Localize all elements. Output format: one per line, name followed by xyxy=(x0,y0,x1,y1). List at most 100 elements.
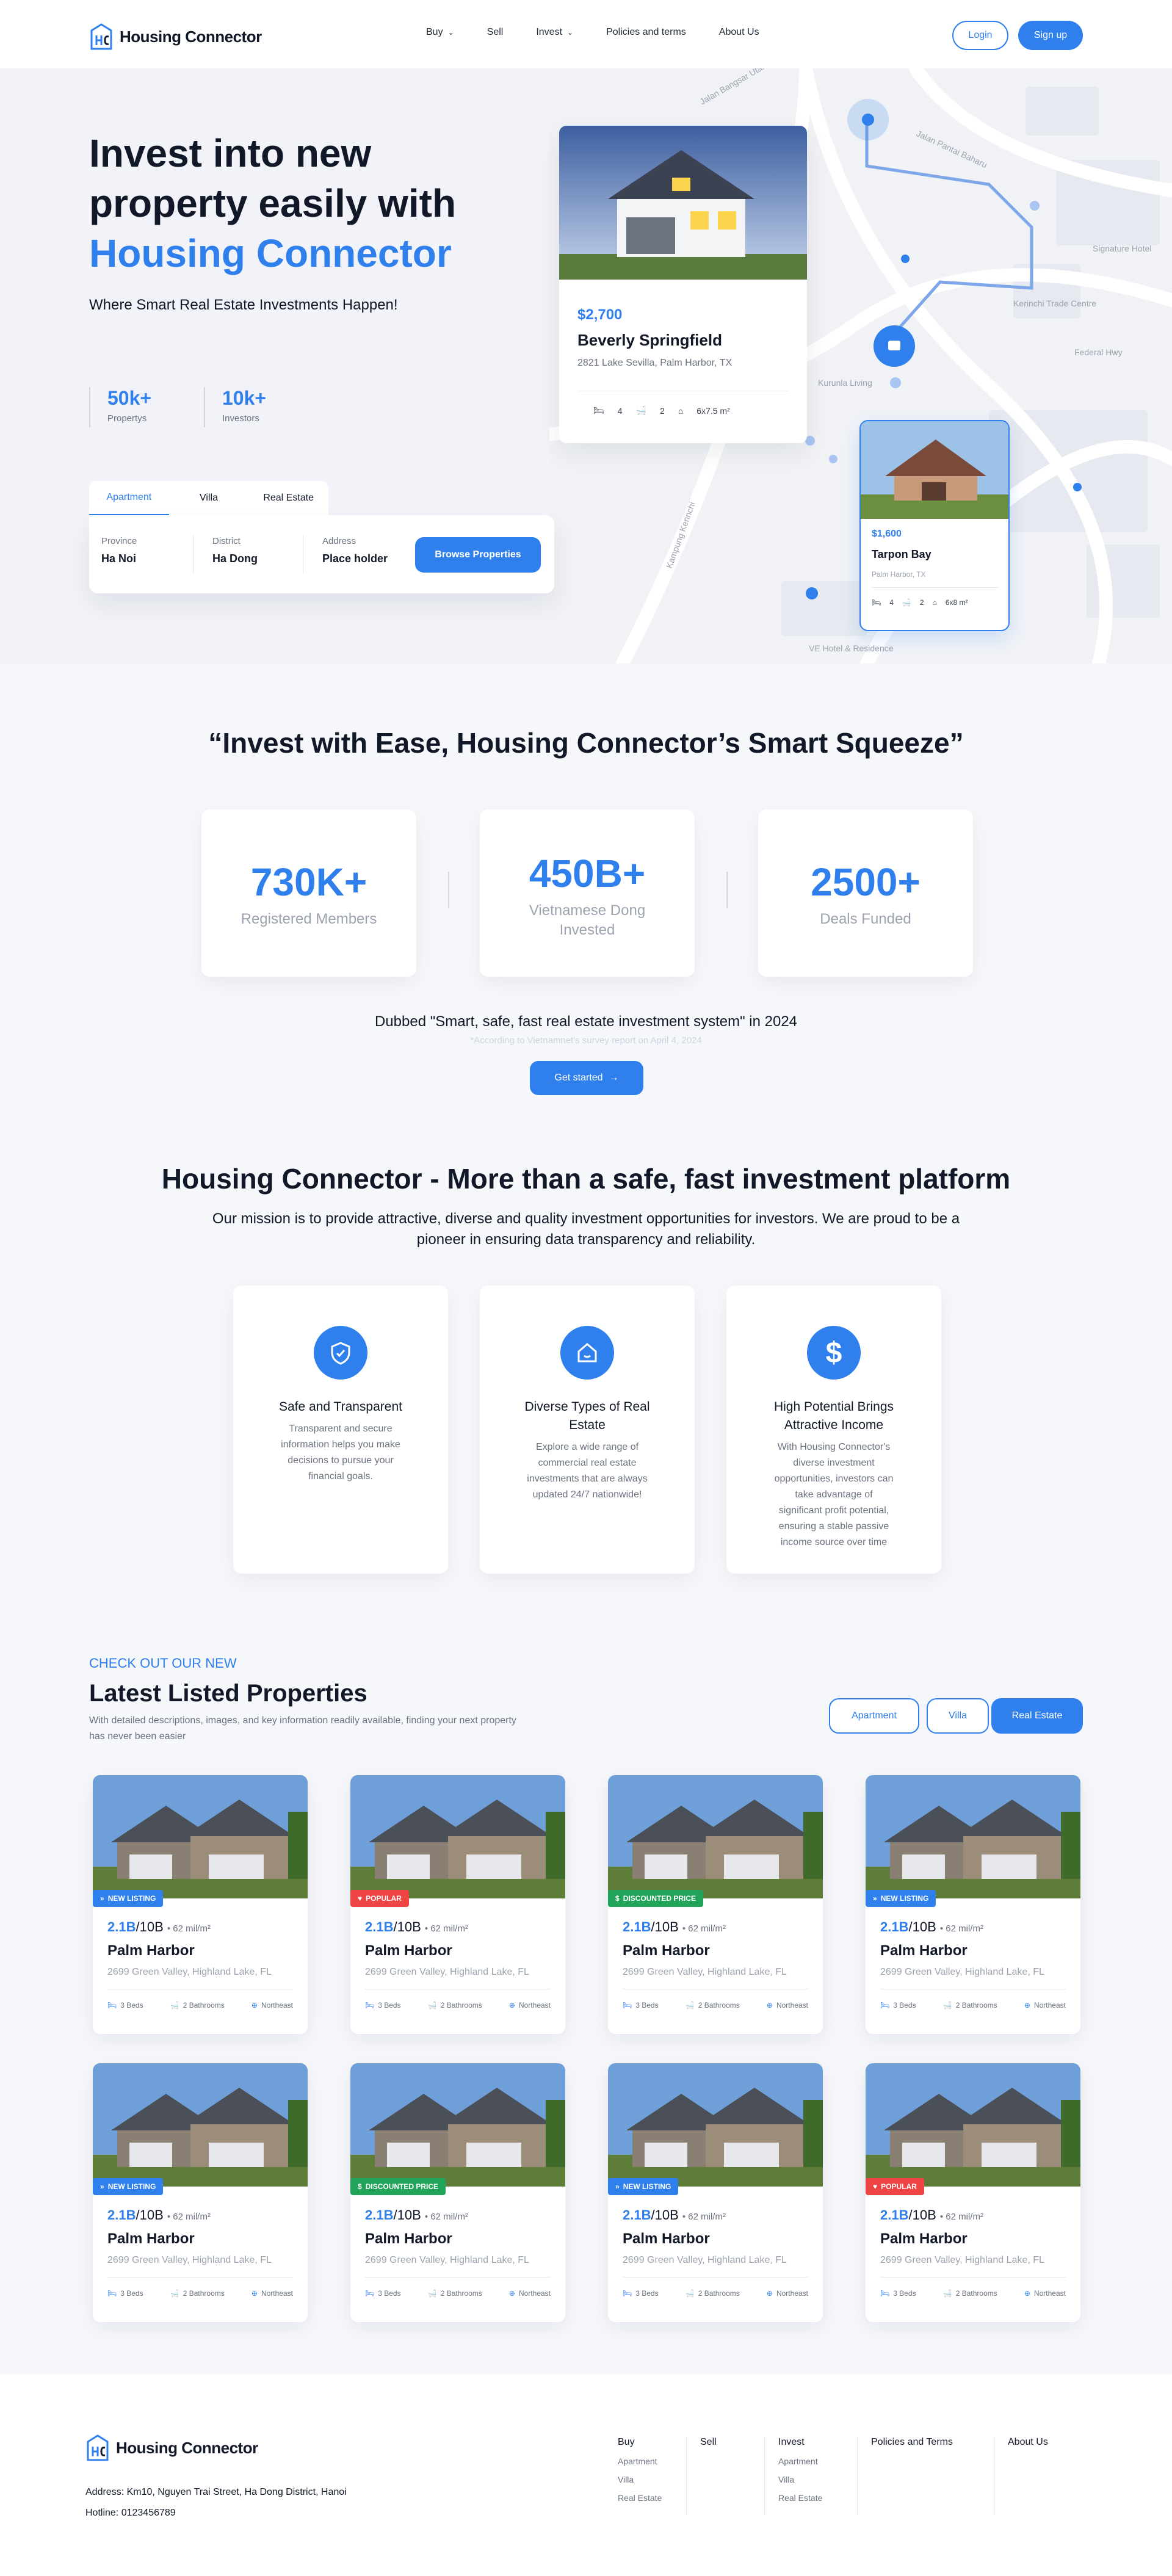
filter-villa[interactable]: Villa xyxy=(927,1698,989,1734)
area-icon: ⌂ xyxy=(678,405,684,416)
bath-icon: 🛁 xyxy=(427,2001,437,2010)
address-field[interactable]: Address Place holder xyxy=(322,536,388,565)
property-card[interactable]: $ DISCOUNTED PRICE 2.1B/10B • 62 mil/m² Pal… xyxy=(608,1775,823,2034)
bath-icon: 🛁 xyxy=(170,2289,179,2298)
property-price: $2,700 xyxy=(577,306,623,323)
property-card[interactable]: ♥ POPULAR 2.1B/10B • 62 mil/m² Palm Harbor 2… xyxy=(866,2063,1080,2322)
property-features: 🛏 4 🛁 2 ⌂ 6x7.5 m² xyxy=(593,405,730,416)
tab-apartment[interactable]: Apartment xyxy=(89,481,169,516)
property-address: 2699 Green Valley, Highland Lake, FL xyxy=(107,2255,272,2265)
bed-icon: 🛏 xyxy=(365,2001,375,2010)
map-label: Signature Hotel xyxy=(1093,244,1152,253)
property-card[interactable]: » NEW LISTING 2.1B/10B • 62 mil/m² Palm Har… xyxy=(93,1775,308,2034)
award-note: *According to Vietnamnet's survey report… xyxy=(470,1035,702,1046)
nav-policies[interactable]: Policies and terms xyxy=(606,27,686,38)
bath-icon: 🛁 xyxy=(902,598,911,607)
beds: 🛏 3 Beds xyxy=(365,2289,401,2298)
filter-apartment[interactable]: Apartment xyxy=(829,1698,919,1734)
logo-icon xyxy=(90,23,112,50)
tab-villa[interactable]: Villa xyxy=(169,482,249,515)
feature-card: Safe and Transparent Transparent and sec… xyxy=(233,1286,448,1574)
badge-new: » NEW LISTING xyxy=(93,1890,164,1907)
footer-link[interactable]: Apartment xyxy=(778,2456,822,2466)
district-field[interactable]: District Ha Dong xyxy=(212,536,258,565)
badge-icon: $ xyxy=(358,2182,362,2191)
beds: 🛏 3 Beds xyxy=(365,2001,401,2010)
tab-real-estate[interactable]: Real Estate xyxy=(248,482,328,515)
bed-icon: 🛏 xyxy=(880,2289,890,2298)
footer-link[interactable]: Real Estate xyxy=(778,2493,822,2503)
logo[interactable]: Housing Connector xyxy=(89,22,262,51)
property-card[interactable]: » NEW LISTING 2.1B/10B • 62 mil/m² Palm Har… xyxy=(608,2063,823,2322)
featured-property-card[interactable]: $2,700 Beverly Springfield 2821 Lake Sev… xyxy=(559,126,807,443)
province-field[interactable]: Province Ha Noi xyxy=(101,536,137,565)
bath-icon: 🛁 xyxy=(170,2001,179,2010)
hero-title-highlight: Housing Connector xyxy=(89,231,452,275)
badge-new: » NEW LISTING xyxy=(866,1890,936,1907)
listings-title: Latest Listed Properties xyxy=(89,1680,367,1707)
map-label: VE Hotel & Residence xyxy=(809,643,894,653)
footer-address: Address: Km10, Nguyen Trai Street, Ha Do… xyxy=(85,2487,347,2497)
compass-icon: ⊕ xyxy=(766,2001,773,2010)
property-price: 2.1B/10B • 62 mil/m² xyxy=(365,2207,468,2223)
bed-icon: 🛏 xyxy=(623,2289,632,2298)
property-image xyxy=(608,1775,823,1898)
bed-icon: 🛏 xyxy=(107,2001,117,2010)
nav-about[interactable]: About Us xyxy=(719,27,759,38)
award-text: Dubbed "Smart, safe, fast real estate in… xyxy=(374,1013,798,1030)
property-card[interactable]: » NEW LISTING 2.1B/10B • 62 mil/m² Palm Har… xyxy=(866,1775,1080,2034)
divider xyxy=(365,2277,551,2278)
brand-name: Housing Connector xyxy=(116,2438,258,2457)
direction: ⊕ Northeast xyxy=(766,2001,808,2010)
filter-real-estate[interactable]: Real Estate xyxy=(991,1698,1083,1734)
map-property-card[interactable]: $1,600 Tarpon Bay Palm Harbor, TX 🛏 4 🛁 2 … xyxy=(859,420,1010,631)
footer-link[interactable]: Villa xyxy=(778,2475,822,2484)
baths: 🛁 2 Bathrooms xyxy=(427,2289,482,2298)
property-address: 2699 Green Valley, Highland Lake, FL xyxy=(107,1967,272,1977)
feature-description: Transparent and secure information helps… xyxy=(281,1424,400,1482)
chevron-down-icon: ⌄ xyxy=(567,28,574,37)
nav-sell[interactable]: Sell xyxy=(487,27,504,38)
bed-icon: 🛏 xyxy=(623,2001,632,2010)
chevron-down-icon: ⌄ xyxy=(447,28,454,37)
footer-column-about: About Us xyxy=(994,2437,1048,2515)
divider xyxy=(872,587,999,588)
divider xyxy=(880,2277,1066,2278)
property-features: 🛏 3 Beds 🛁 2 Bathrooms ⊕ Northeast xyxy=(880,2289,1066,2298)
nav-invest[interactable]: Invest ⌄ xyxy=(536,27,573,38)
badge-icon: ♥ xyxy=(873,2182,878,2191)
direction: ⊕ Northeast xyxy=(508,2001,551,2010)
property-image xyxy=(861,421,1008,519)
footer-logo[interactable]: Housing Connector xyxy=(85,2433,258,2462)
property-type-tabs: Apartment Villa Real Estate xyxy=(89,481,328,516)
badge-popular: ♥ POPULAR xyxy=(866,2178,924,2195)
main-menu: Buy ⌄ Sell Invest ⌄ Policies and terms Abo… xyxy=(426,27,759,38)
compass-icon: ⊕ xyxy=(508,2289,515,2298)
nav-buy[interactable]: Buy ⌄ xyxy=(426,27,454,38)
property-card[interactable]: » NEW LISTING 2.1B/10B • 62 mil/m² Palm Har… xyxy=(93,2063,308,2322)
footer-link[interactable]: Real Estate xyxy=(618,2493,662,2503)
bath-icon: 🛁 xyxy=(635,405,647,415)
footer-link[interactable]: Apartment xyxy=(618,2456,662,2466)
direction: ⊕ Northeast xyxy=(1024,2289,1066,2298)
bed-icon: 🛏 xyxy=(872,598,881,607)
signup-button[interactable]: Sign up xyxy=(1018,21,1083,50)
browse-properties-button[interactable]: Browse Properties xyxy=(415,537,541,573)
baths: 🛁 2 Bathrooms xyxy=(170,2001,225,2010)
divider xyxy=(107,2277,293,2278)
property-name: Beverly Springfield xyxy=(577,331,722,349)
property-name: Palm Harbor xyxy=(365,2230,452,2247)
footer: Housing Connector Address: Km10, Nguyen … xyxy=(0,2375,1172,2576)
footer-link[interactable]: Villa xyxy=(618,2475,662,2484)
property-card[interactable]: $ DISCOUNTED PRICE 2.1B/10B • 62 mil/m² Pal… xyxy=(350,2063,565,2322)
property-card[interactable]: ♥ POPULAR 2.1B/10B • 62 mil/m² Palm Harbor 2… xyxy=(350,1775,565,2034)
beds: 🛏 3 Beds xyxy=(107,2001,143,2010)
badge-icon: » xyxy=(615,2182,620,2191)
property-address: 2699 Green Valley, Highland Lake, FL xyxy=(880,1967,1044,1977)
direction: ⊕ Northeast xyxy=(766,2289,808,2298)
compass-icon: ⊕ xyxy=(251,2289,258,2298)
get-started-button[interactable]: Get started → xyxy=(530,1061,643,1095)
property-image xyxy=(866,1775,1080,1898)
property-price: $1,600 xyxy=(872,529,902,539)
login-button[interactable]: Login xyxy=(952,21,1008,50)
